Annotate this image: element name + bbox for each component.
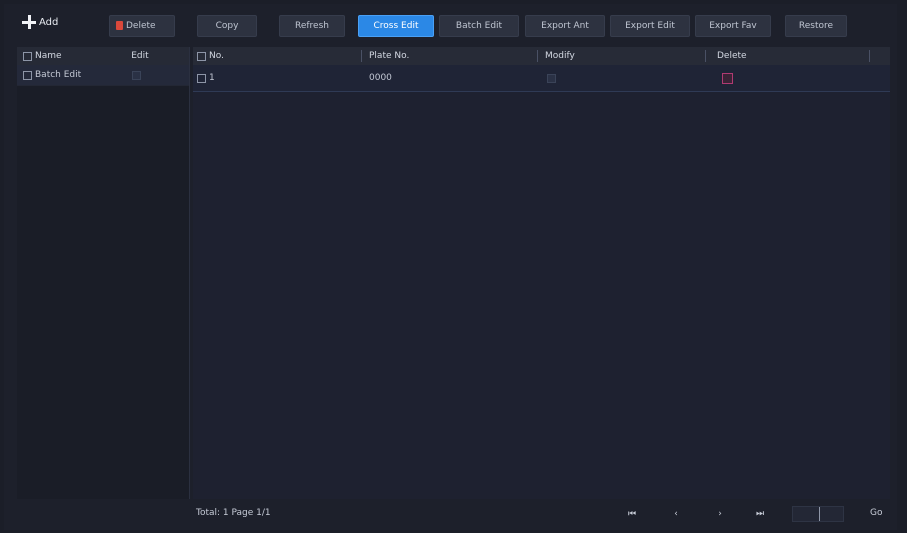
copy-button[interactable]: Copy (197, 15, 257, 37)
table-header: No. Plate No. Modify Delete (193, 47, 890, 65)
no-cell: 1 (197, 65, 215, 91)
pagination-bar: Total: 1 Page 1/1 ⏮ ‹ › ⏭ Go (4, 499, 897, 529)
delete-icon[interactable] (722, 72, 733, 84)
row-number: 1 (209, 73, 215, 83)
page-info: Total: 1 Page 1/1 (196, 508, 271, 518)
first-page-icon[interactable]: ⏮ (624, 508, 640, 520)
refresh-button[interactable]: Refresh (279, 15, 345, 37)
group-name-cell: Batch Edit (17, 70, 118, 80)
column-separator[interactable] (361, 50, 362, 62)
edit-group-icon[interactable] (132, 70, 141, 80)
go-button[interactable]: Go (870, 508, 882, 518)
next-page-icon[interactable]: › (712, 508, 728, 520)
prev-page-icon[interactable]: ‹ (668, 508, 684, 520)
add-label: Add (39, 16, 59, 28)
group-edit-cell (118, 70, 189, 80)
select-all-groups-checkbox[interactable] (23, 51, 32, 61)
delete-button[interactable]: Delete (109, 15, 175, 37)
no-header-label: No. (209, 51, 224, 61)
select-all-rows-checkbox[interactable] (197, 51, 206, 61)
group-name: Batch Edit (35, 70, 82, 80)
name-header-label: Name (35, 51, 62, 61)
row-checkbox[interactable] (197, 73, 206, 83)
cross-edit-button[interactable]: Cross Edit (358, 15, 434, 37)
modify-header: Modify (545, 51, 575, 61)
modify-cell (547, 65, 556, 91)
export-ant-button[interactable]: Export Ant (525, 15, 605, 37)
restore-button[interactable]: Restore (785, 15, 847, 37)
group-row[interactable]: Batch Edit (17, 65, 189, 86)
edit-header: Edit (131, 51, 149, 61)
modify-icon[interactable] (547, 73, 556, 83)
toolbar: Add Delete Copy Refresh Cross Edit Batch… (4, 6, 897, 38)
column-separator[interactable] (537, 50, 538, 62)
last-page-icon[interactable]: ⏭ (752, 508, 768, 520)
delete-label: Delete (126, 21, 156, 31)
plus-icon (22, 15, 36, 29)
export-edit-button[interactable]: Export Edit (610, 15, 690, 37)
export-fav-button[interactable]: Export Fav (695, 15, 771, 37)
column-separator[interactable] (705, 50, 706, 62)
delete-header: Delete (717, 51, 747, 61)
batch-edit-button[interactable]: Batch Edit (439, 15, 519, 37)
delete-cell (722, 65, 736, 91)
plate-header: Plate No. (369, 51, 410, 61)
name-header: Name (17, 51, 119, 61)
page-number-input[interactable] (792, 506, 844, 522)
column-separator[interactable] (869, 50, 870, 62)
trash-icon (116, 21, 123, 30)
group-row-checkbox[interactable] (23, 70, 32, 80)
no-header: No. (197, 47, 224, 65)
group-list-header: Name Edit (17, 47, 189, 65)
plate-cell: 0000 (369, 73, 392, 83)
plate-table: No. Plate No. Modify Delete 1 0000 (193, 47, 890, 499)
add-button[interactable]: Add (22, 11, 58, 33)
table-row[interactable]: 1 0000 (193, 65, 890, 92)
group-list-panel: Name Edit Batch Edit (17, 47, 190, 499)
